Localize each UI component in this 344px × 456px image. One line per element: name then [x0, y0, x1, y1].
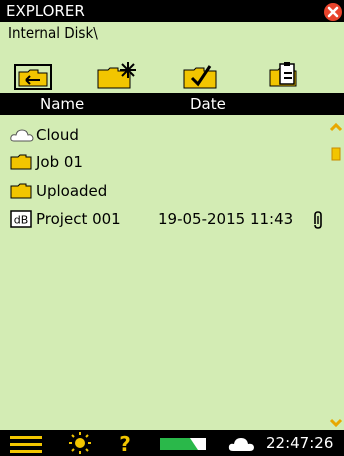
- new-folder-icon: [97, 62, 136, 89]
- close-icon[interactable]: [324, 3, 342, 21]
- battery-icon: [160, 438, 206, 450]
- list-item-label: Project 001: [36, 210, 121, 228]
- scroll-thumb: [331, 147, 341, 161]
- column-date[interactable]: Date: [190, 95, 226, 113]
- svg-text:dB: dB: [14, 214, 29, 227]
- paste-button[interactable]: [266, 60, 302, 92]
- window-title: EXPLORER: [6, 2, 85, 20]
- list-item-cloud[interactable]: Cloud: [10, 124, 310, 146]
- brightness-icon[interactable]: [66, 431, 94, 455]
- current-path: Internal Disk\: [8, 24, 98, 42]
- folder-icon: [10, 154, 32, 170]
- title-bar: EXPLORER: [0, 0, 344, 22]
- clipboard-folder-icon: [269, 62, 297, 87]
- list-header: Name Date: [0, 93, 344, 115]
- cloud-status-icon: [228, 438, 254, 451]
- status-bar: ? 22:47:26: [0, 430, 344, 456]
- list-item-date: 19-05-2015 11:43: [158, 210, 294, 228]
- folder-icon: [10, 183, 32, 199]
- help-icon[interactable]: ?: [116, 432, 134, 456]
- paperclip-icon: [314, 211, 322, 229]
- new-folder-button[interactable]: [96, 60, 142, 92]
- folder-up-button[interactable]: [14, 64, 52, 90]
- list-item-label: Uploaded: [36, 182, 108, 200]
- scroll-up-icon: [329, 122, 343, 132]
- select-button[interactable]: [182, 60, 222, 92]
- checkmark-folder-icon: [183, 65, 217, 89]
- cloud-icon: [10, 129, 34, 142]
- list-item-uploaded[interactable]: Uploaded: [10, 180, 310, 202]
- column-name[interactable]: Name: [40, 95, 84, 113]
- svg-text:?: ?: [119, 432, 131, 456]
- db-file-icon: dB: [10, 210, 32, 228]
- clock-time: 22:47:26: [266, 434, 334, 452]
- scroll-down-icon: [329, 418, 343, 428]
- list-item-label: Cloud: [36, 126, 79, 144]
- menu-icon[interactable]: [10, 434, 44, 454]
- list-item-project-001[interactable]: dB Project 001: [10, 208, 150, 230]
- list-item-label: Job 01: [36, 153, 83, 171]
- list-item-job-01[interactable]: Job 01: [10, 151, 310, 173]
- vertical-scrollbar[interactable]: [328, 120, 344, 430]
- explorer-window: EXPLORER Internal Disk\ Name Date Cloud …: [0, 0, 344, 456]
